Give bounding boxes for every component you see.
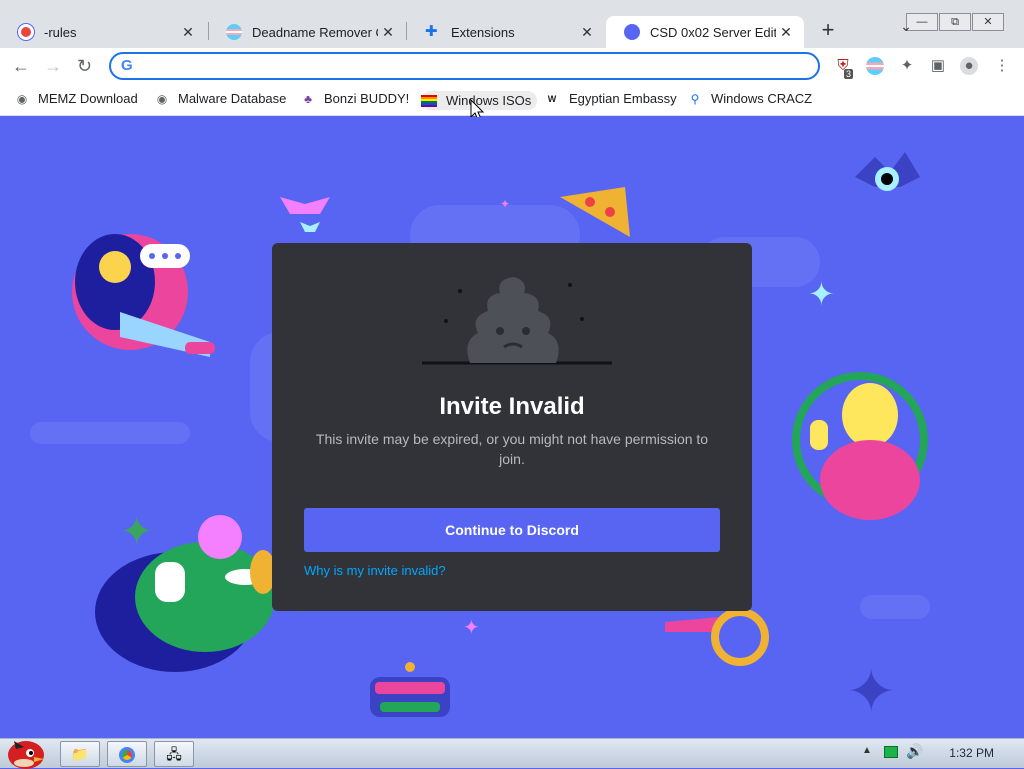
close-tab-icon[interactable]: ✕ <box>178 24 198 41</box>
sparkle-icon: ✦ <box>463 617 480 639</box>
bookmark-malware-database[interactable]: ◉ Malware Database <box>155 91 287 106</box>
volume-icon[interactable]: 🔊 <box>906 743 923 760</box>
globe-icon: ◉ <box>156 91 168 106</box>
folder-icon: 📁 <box>71 746 89 762</box>
search-icon: ⚲ <box>690 91 700 106</box>
invite-subtitle: This invite may be expired, or you might… <box>315 431 709 467</box>
bookmark-egyptian-embassy[interactable]: W Egyptian Embassy <box>544 91 677 106</box>
back-button[interactable]: ← <box>12 56 30 77</box>
tab-csd-server[interactable]: CSD 0x02 Server Editio ✕ <box>606 16 804 48</box>
background-cloud <box>860 595 930 619</box>
globe-icon: ◉ <box>16 91 28 106</box>
taskbar-folder-button[interactable]: 📁 <box>60 741 100 767</box>
discord-red-icon <box>18 24 34 40</box>
bookmarks-bar: ◉ MEMZ Download ◉ Malware Database ♣ Bon… <box>0 85 1024 121</box>
forward-button[interactable]: → <box>44 56 62 77</box>
game-console-illustration <box>370 662 450 717</box>
wix-icon: W <box>547 93 557 104</box>
restore-button[interactable]: ⧉ <box>939 13 971 31</box>
why-invite-invalid-link[interactable]: Why is my invite invalid? <box>304 563 446 578</box>
invite-invalid-card: Invite Invalid This invite may be expire… <box>272 243 752 611</box>
address-bar[interactable]: G <box>109 52 820 80</box>
bookmark-label: MEMZ Download <box>38 91 138 106</box>
rainbow-flag-icon: ▬ <box>421 94 437 107</box>
tab-title: Extensions <box>451 24 515 40</box>
trans-flag-extension-icon[interactable] <box>866 57 884 75</box>
new-tab-button[interactable]: + <box>814 16 842 46</box>
chrome-menu-icon[interactable]: ⋮ <box>993 57 1011 75</box>
bonzi-icon: ♣ <box>304 91 312 106</box>
network-icon: 🖧 <box>166 746 182 762</box>
sparkle-icon: ✦ <box>846 658 897 725</box>
continue-to-discord-button[interactable]: Continue to Discord <box>304 508 720 552</box>
trans-flag-icon <box>226 24 242 40</box>
tab-strip: — ⧉ ✕ -rules ✕ Deadname Remover Op ✕ ✚ E… <box>0 0 1024 48</box>
tab-title: Deadname Remover Op <box>252 24 378 40</box>
start-angry-bird-icon[interactable] <box>4 733 48 769</box>
sparkle-icon: ✦ <box>500 197 511 211</box>
puzzle-icon: ✚ <box>425 23 438 40</box>
bookmark-label: Windows CRACZ <box>711 91 813 106</box>
network-tray-icon[interactable] <box>884 746 898 758</box>
discord-invite-page: ✦ ✦ ✦ ✦ ✦ Invite Invalid This invite may… <box>0 117 1024 738</box>
discord-icon <box>624 24 640 40</box>
tray-expand-icon[interactable]: ▲ <box>862 745 872 756</box>
side-panel-icon[interactable]: ▣ <box>929 57 947 75</box>
invite-title: Invite Invalid <box>439 393 585 420</box>
bookmark-memz-download[interactable]: ◉ MEMZ Download <box>15 91 138 106</box>
browser-toolbar: ← → ↻ G ⛨ 3 ✦ ▣ ● ⋮ <box>0 48 1024 85</box>
bookmark-bonzi-buddy[interactable]: ♣ Bonzi BUDDY! <box>301 91 409 106</box>
clock[interactable]: 1:32 PM <box>949 746 994 760</box>
chrome-icon <box>119 747 135 764</box>
close-tab-icon[interactable]: ✕ <box>776 24 796 41</box>
google-icon: G <box>121 57 133 74</box>
bookmark-label: Bonzi BUDDY! <box>324 91 410 106</box>
taskbar-network-button[interactable]: 🖧 <box>154 741 194 767</box>
close-window-button[interactable]: ✕ <box>972 13 1004 31</box>
extensions-puzzle-icon[interactable]: ✦ <box>898 57 916 75</box>
tab-title: CSD 0x02 Server Editio <box>650 24 776 40</box>
sparkle-icon: ✦ <box>120 510 154 554</box>
address-input[interactable] <box>143 57 803 75</box>
bookmark-windows-cracz[interactable]: ⚲ Windows CRACZ <box>688 91 813 106</box>
profile-avatar-icon[interactable]: ● <box>960 57 978 75</box>
tab-rules[interactable]: -rules ✕ <box>0 16 206 48</box>
background-cloud <box>30 422 190 444</box>
tab-title: -rules <box>44 24 77 40</box>
close-tab-icon[interactable]: ✕ <box>577 24 597 41</box>
extension-badge: 3 <box>844 69 854 79</box>
flying-books-illustration <box>280 197 330 232</box>
close-tab-icon[interactable]: ✕ <box>378 24 398 41</box>
girl-reading-illustration <box>72 234 215 357</box>
window-controls: — ⧉ ✕ <box>906 13 1004 31</box>
taskbar: 📁 🖧 ▲ 🔊 1:32 PM <box>0 738 1024 769</box>
poop-icon <box>422 277 612 365</box>
bat-eye-illustration <box>855 152 920 191</box>
sparkle-icon: ✦ <box>808 276 835 312</box>
taskbar-chrome-button[interactable] <box>107 741 147 767</box>
bookmark-label: Egyptian Embassy <box>569 91 677 106</box>
yellow-friend-illustration <box>792 372 928 520</box>
pizza-illustration <box>560 187 630 237</box>
tab-deadname-remover[interactable]: Deadname Remover Op ✕ <box>208 16 406 48</box>
tab-extensions[interactable]: ✚ Extensions ✕ <box>407 16 605 48</box>
tab-search-chevron-icon[interactable]: ⌄ <box>896 18 916 35</box>
bookmark-label: Malware Database <box>178 91 287 106</box>
reload-button[interactable]: ↻ <box>77 56 92 77</box>
bookmark-label: Windows ISOs <box>446 93 532 108</box>
